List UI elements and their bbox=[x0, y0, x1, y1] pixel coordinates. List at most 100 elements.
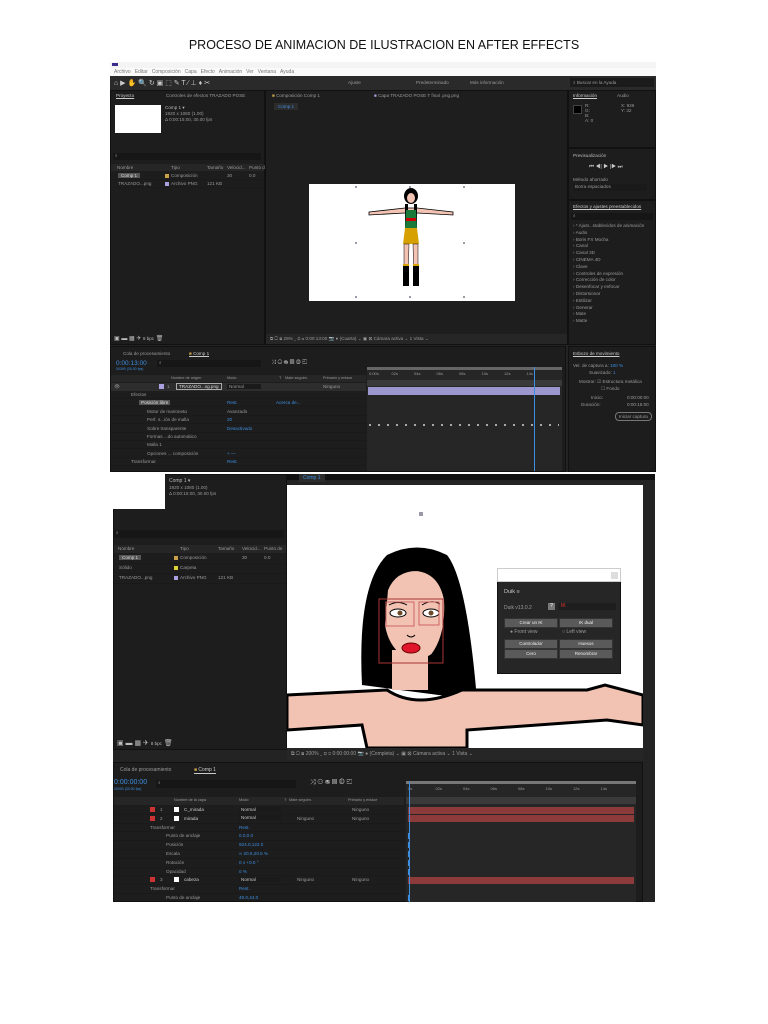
column-header[interactable]: Mate seguim. bbox=[289, 798, 312, 802]
layer-row[interactable]: 👁 1 TRAZADO...xg.png Normal Ninguno bbox=[111, 383, 366, 391]
parent-dropdown[interactable]: Ninguno bbox=[352, 877, 369, 882]
effects-category[interactable]: › Corrección de color bbox=[573, 277, 644, 284]
left-view-radio[interactable]: ○ Left view bbox=[562, 629, 586, 635]
effects-category[interactable]: › Matte bbox=[573, 318, 644, 325]
property-value[interactable]: 0 % bbox=[239, 869, 247, 874]
column-header[interactable]: Velocid... bbox=[242, 546, 261, 551]
tab-comp1[interactable]: ■ Comp 1 bbox=[189, 351, 210, 357]
menu-item[interactable]: Ventana bbox=[258, 69, 276, 75]
layer-duration-bar[interactable] bbox=[368, 387, 560, 395]
column-header[interactable]: Nombre de la capa bbox=[174, 798, 206, 802]
effects-category[interactable]: › Desenfocar y enfocar bbox=[573, 284, 644, 291]
work-area-bar[interactable] bbox=[406, 781, 636, 784]
mode-dropdown[interactable]: Normal bbox=[239, 815, 281, 821]
layer-row[interactable]: 2 mirada Normal Ninguno Ninguno bbox=[114, 815, 404, 824]
smoothing-value[interactable]: 1 bbox=[613, 370, 616, 375]
resolution-dropdown[interactable]: (Cuarta) bbox=[340, 336, 357, 341]
about-link[interactable]: Acerca de... bbox=[276, 400, 301, 405]
layer-search-input[interactable]: ⌕ bbox=[156, 780, 296, 788]
effects-category[interactable]: › Canal 3D bbox=[573, 250, 644, 257]
effects-category[interactable]: › Estilizar bbox=[573, 298, 644, 305]
property-value[interactable]: Desactivado bbox=[227, 426, 252, 431]
effects-category[interactable]: › Controles de expresión bbox=[573, 271, 644, 278]
property-row[interactable]: Sobre transparente Desactivado bbox=[111, 425, 366, 433]
property-row[interactable]: Opciones ... composición + — bbox=[111, 450, 366, 458]
layer-row[interactable]: 1 C_mirada Normal Ninguno bbox=[114, 806, 404, 815]
menu-item[interactable]: Composición bbox=[152, 69, 181, 75]
parent-dropdown[interactable]: Ninguno bbox=[323, 384, 340, 389]
tab-info[interactable]: Información bbox=[573, 93, 597, 98]
column-header[interactable]: T bbox=[279, 376, 281, 380]
mode-dropdown[interactable]: Normal bbox=[227, 384, 261, 389]
property-value[interactable]: ∞ 20.5,20.5 % bbox=[239, 851, 268, 856]
effects-category[interactable]: › Clave bbox=[573, 264, 644, 271]
snap-checkbox[interactable]: Ajuste bbox=[348, 80, 361, 85]
effects-category[interactable]: › Distorsionar bbox=[573, 291, 644, 298]
property-row[interactable]: Rotación 0 x +0.0 ° bbox=[114, 859, 404, 868]
menu-item[interactable]: Animación bbox=[219, 69, 242, 75]
controller-button[interactable]: Controlador bbox=[504, 639, 558, 649]
property-value[interactable]: 20 bbox=[227, 417, 232, 422]
timeline-switch-icons[interactable]: ⤨ ⚇ ⛀ ▤ ◍ ◰ bbox=[310, 779, 352, 787]
timeline-switch-icons[interactable]: ⤨ ⚇ ⛀ ▤ ◍ ◰ bbox=[271, 360, 307, 367]
project-search-input[interactable]: ⌕ bbox=[114, 530, 284, 538]
column-header[interactable]: Mate seguim. bbox=[285, 376, 308, 380]
project-search-input[interactable]: ⌕ bbox=[113, 153, 261, 160]
layer-name[interactable]: mirada bbox=[184, 816, 198, 821]
keyframes-row[interactable] bbox=[369, 424, 559, 426]
property-row[interactable]: Transformar Rest. bbox=[114, 885, 404, 894]
project-footer-icons[interactable]: ▣ ▬ ▦ ✈ 8 bpc 🗑 bbox=[114, 335, 163, 342]
zoom-dropdown[interactable]: 200% bbox=[306, 751, 319, 757]
layer-row[interactable]: 3 cabeza Normal Ninguno Ninguno bbox=[114, 876, 404, 886]
tab-render-queue[interactable]: Cola de procesamiento bbox=[123, 351, 170, 356]
menu-item[interactable]: Ayuda bbox=[280, 69, 294, 75]
viewer-options-icons[interactable]: ⧉ ▢ ⧈ bbox=[270, 336, 284, 341]
project-item[interactable]: TRAZADO...png Archivo PNG 121 KB bbox=[114, 574, 286, 584]
property-value[interactable]: 0.0,0.0 bbox=[239, 833, 253, 838]
layer-name[interactable]: cabeza bbox=[184, 877, 199, 882]
property-value[interactable]: 49.0,44.0 bbox=[239, 895, 258, 900]
mode-dropdown[interactable]: Normal bbox=[239, 806, 281, 812]
timeline-tracks[interactable]: 0:00s 02s 04s 06s 08s 10s 12s 14s bbox=[367, 367, 562, 471]
close-button[interactable] bbox=[611, 572, 618, 579]
mode-dropdown[interactable]: IK bbox=[558, 603, 616, 610]
property-row[interactable]: Motor de marioneta Avanzado bbox=[111, 408, 366, 416]
column-header[interactable]: Modo bbox=[239, 798, 249, 802]
layer-name[interactable]: TRAZADO...xg.png bbox=[176, 383, 222, 390]
background-checkbox[interactable]: ☐ bbox=[601, 386, 605, 391]
time-ruler[interactable]: 0s 02s 04s 06s 08s 10s 12s 14s bbox=[406, 786, 636, 794]
current-time[interactable]: 0:00:00:00 bbox=[332, 751, 356, 757]
column-header[interactable]: Tamaño bbox=[207, 165, 223, 170]
visibility-icon[interactable]: 👁 bbox=[114, 384, 120, 390]
start-capture-button[interactable]: Iniciar captura bbox=[615, 412, 652, 421]
column-header[interactable]: Primario y enlace bbox=[348, 798, 377, 802]
parent-dropdown[interactable]: Ninguno bbox=[352, 816, 369, 821]
playback-controls[interactable]: ⏮ ◀| ▶ |▶ ⏭ bbox=[589, 164, 623, 171]
menu-item[interactable]: Editar bbox=[135, 69, 148, 75]
property-value[interactable]: 924.0,122.0 bbox=[239, 842, 263, 847]
effects-category[interactable]: › Mate bbox=[573, 311, 644, 318]
track-matte-dropdown[interactable]: Ninguno bbox=[297, 816, 314, 821]
layer-search-input[interactable]: ⌕ bbox=[157, 360, 261, 367]
parent-dropdown[interactable]: Ninguno bbox=[352, 807, 369, 812]
effects-category[interactable]: › Generar bbox=[573, 305, 644, 312]
project-item[interactable]: Comp 1 Composición 30 0.0 bbox=[114, 554, 286, 564]
playhead[interactable] bbox=[534, 367, 535, 471]
property-row[interactable]: Posición 924.0,122.0 bbox=[114, 841, 404, 850]
property-row[interactable]: Opacidad 0 % bbox=[114, 868, 404, 877]
layer-duration-bar[interactable] bbox=[408, 806, 634, 814]
camera-dropdown[interactable]: Cámara activa bbox=[413, 751, 445, 757]
property-value[interactable]: Rest. bbox=[239, 825, 250, 830]
effects-category[interactable]: › Audio bbox=[573, 230, 644, 237]
column-header[interactable]: T bbox=[284, 798, 286, 802]
tab-project[interactable]: Proyecto bbox=[116, 93, 134, 98]
timecode[interactable]: 0:00:13:00 bbox=[116, 360, 147, 367]
timeline-tracks[interactable]: 0s 02s 04s 06s 08s 10s 12s 14s bbox=[406, 781, 636, 902]
project-item[interactable]: TRAZADO...png Archivo PNG 121 KB bbox=[111, 180, 264, 188]
effects-search-input[interactable]: ⌕ bbox=[571, 213, 653, 220]
effects-category[interactable]: › * Ajust...stablecidos de animación bbox=[573, 223, 644, 230]
property-value[interactable]: 0 x +0.0 ° bbox=[239, 860, 259, 865]
column-header[interactable]: Punto de bbox=[264, 546, 282, 551]
effects-title[interactable]: Efectos y ajustes preestablecidos bbox=[573, 204, 641, 209]
label-color[interactable] bbox=[150, 807, 155, 812]
